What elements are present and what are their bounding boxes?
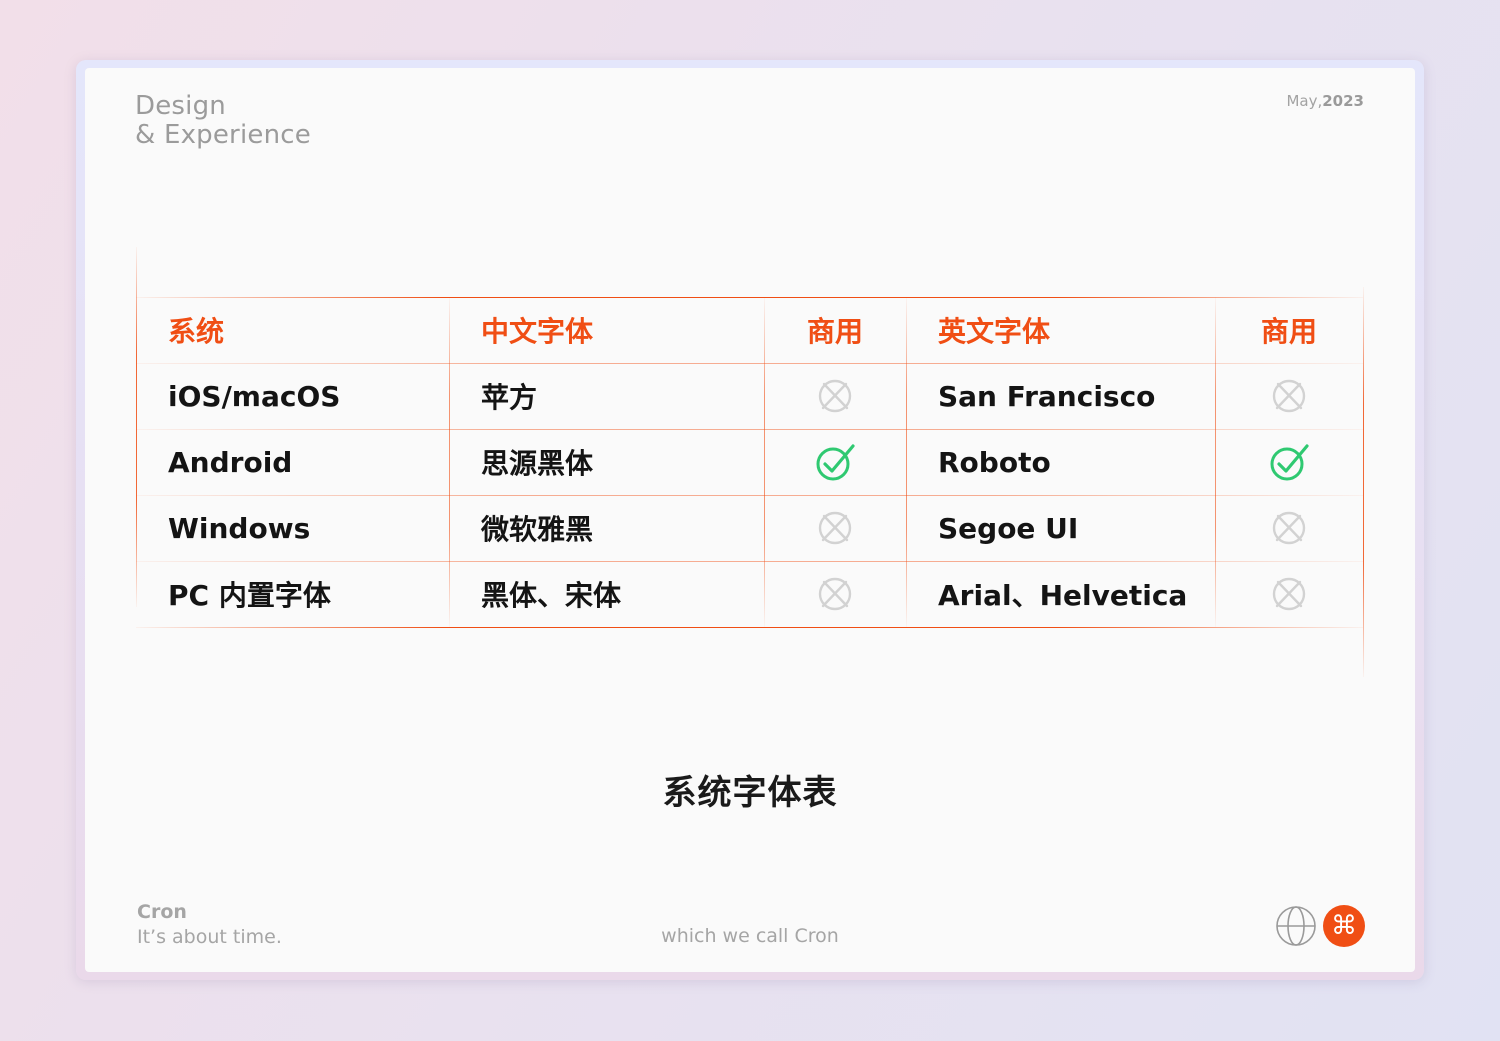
- cross-circle-icon: [818, 379, 852, 413]
- font-table: 系统 中文字体 商用 英文字体 商用 iOS/macOS 苹方 San Francisco An…: [136, 247, 1364, 677]
- cell-cn-font: 苹方: [481, 381, 538, 414]
- header-cn-font: 中文字体: [481, 315, 594, 348]
- brand-title: Design & Experience: [135, 92, 311, 150]
- table-row-divider: [136, 627, 1363, 628]
- cell-cn-commercial: [764, 429, 906, 495]
- table-row-divider: [136, 429, 1363, 430]
- table-row-divider: [136, 495, 1363, 496]
- cell-system: Windows: [168, 511, 311, 545]
- globe-icon[interactable]: [1275, 905, 1317, 947]
- table-column-divider: [136, 247, 137, 607]
- cell-cn-commercial: [764, 561, 906, 627]
- cell-system: Android: [168, 445, 293, 479]
- cell-system: iOS/macOS: [168, 379, 341, 413]
- header-en-font: 英文字体: [938, 315, 1051, 348]
- brand-line-1: Design: [135, 91, 226, 121]
- date-month: May,: [1286, 92, 1323, 110]
- table-caption: 系统字体表: [662, 773, 838, 813]
- header-en-commercial: 商用: [1260, 315, 1317, 348]
- cross-circle-icon: [818, 577, 852, 611]
- header-cn-commercial: 商用: [806, 315, 863, 348]
- cell-cn-font: 微软雅黑: [481, 513, 594, 546]
- cell-en-font: San Francisco: [938, 379, 1156, 413]
- cell-cn-font: 思源黑体: [481, 447, 594, 480]
- cell-cn-font: 黑体、宋体: [481, 579, 622, 612]
- table-column-divider: [1363, 287, 1364, 677]
- cross-circle-icon: [1272, 379, 1306, 413]
- command-icon[interactable]: ⌘: [1323, 905, 1365, 947]
- check-circle-icon: [1270, 444, 1309, 481]
- check-circle-icon: [816, 444, 855, 481]
- table-column-divider: [906, 297, 907, 627]
- cell-cn-commercial: [764, 495, 906, 561]
- cell-cn-commercial: [764, 363, 906, 429]
- cell-en-font: Roboto: [938, 445, 1051, 479]
- header-system: 系统: [168, 315, 225, 348]
- cell-system: PC 内置字体: [168, 579, 331, 612]
- cell-en-commercial: [1215, 561, 1363, 627]
- table-column-divider: [449, 297, 450, 627]
- cell-en-commercial: [1215, 495, 1363, 561]
- cross-circle-icon: [1272, 577, 1306, 611]
- cell-en-font: Arial、Helvetica: [938, 579, 1188, 612]
- date-label: May,2023: [1286, 92, 1364, 110]
- cell-en-commercial: [1215, 429, 1363, 495]
- cross-circle-icon: [818, 511, 852, 545]
- date-year: 2023: [1322, 92, 1364, 110]
- footer-brand-name: Cron: [137, 901, 187, 923]
- table-row-divider: [136, 297, 1363, 298]
- cross-circle-icon: [1272, 511, 1306, 545]
- cell-en-commercial: [1215, 363, 1363, 429]
- brand-line-2: & Experience: [135, 120, 311, 150]
- cell-en-font: Segoe UI: [938, 511, 1079, 545]
